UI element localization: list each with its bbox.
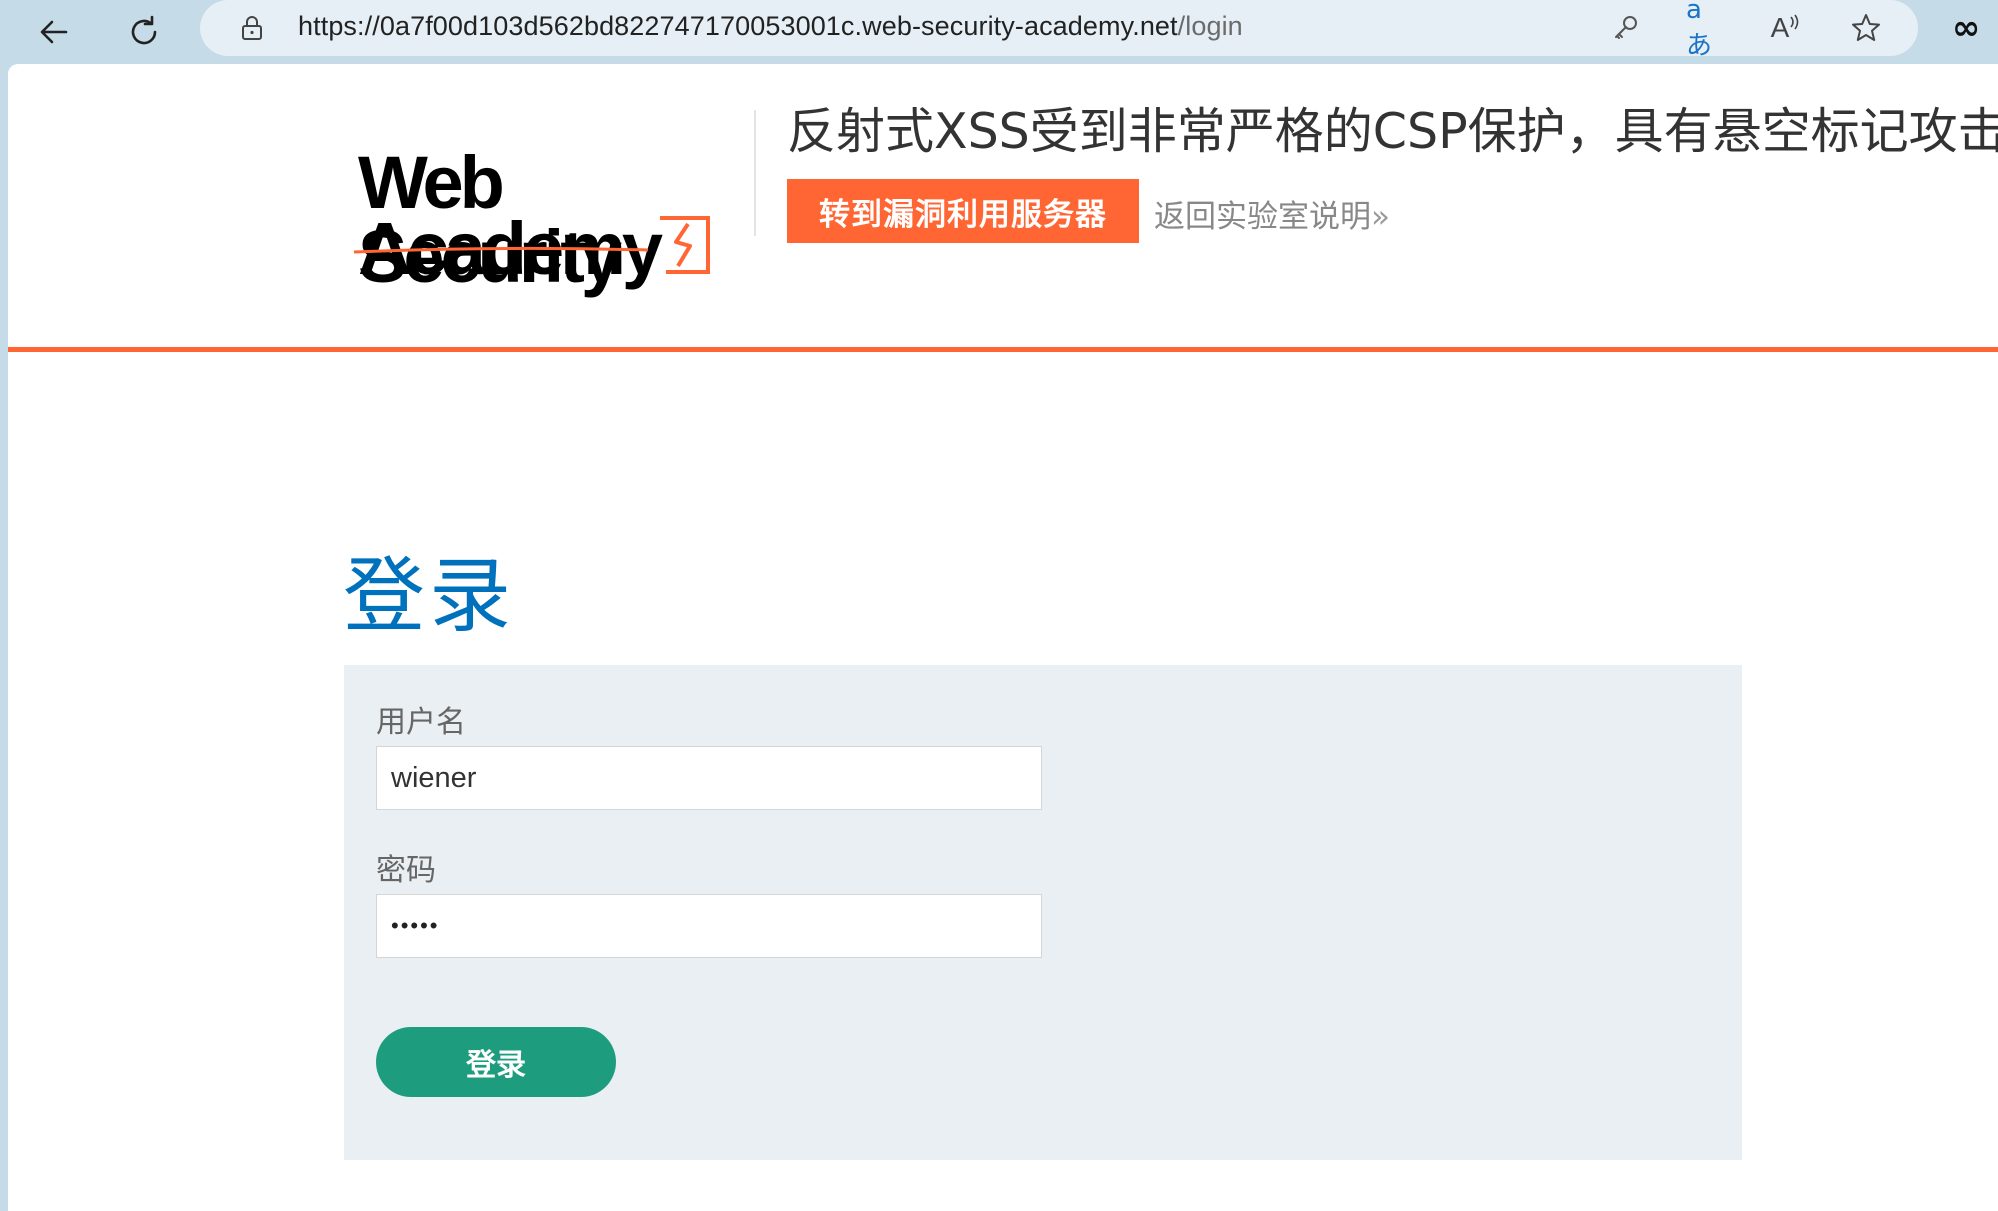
url-host: https://0a7f00d103d562bd822747170053001c… xyxy=(298,11,1178,41)
web-page: Web Security Academy 反射式XSS受到非常严格的CSP保护，… xyxy=(8,64,1998,1211)
login-button[interactable]: 登录 xyxy=(376,1027,616,1097)
lock-icon[interactable] xyxy=(238,14,266,42)
reload-icon xyxy=(131,15,157,45)
password-input[interactable]: ••••• xyxy=(376,894,1042,958)
back-arrow-icon xyxy=(40,20,68,44)
sound-waves-icon xyxy=(1790,14,1799,30)
key-icon xyxy=(1615,16,1637,39)
read-aloud-icon: A xyxy=(1770,12,1790,43)
logo-flash-icon xyxy=(660,216,710,274)
lab-title: 反射式XSS受到非常严格的CSP保护，具有悬空标记攻击 xyxy=(787,103,1998,160)
page-title: 登录 xyxy=(343,549,516,644)
star-icon xyxy=(1852,14,1880,41)
go-to-exploit-server-button[interactable]: 转到漏洞利用服务器 xyxy=(787,179,1139,243)
login-form: 用户名 wiener 密码 ••••• 登录 xyxy=(344,665,1742,1160)
logo-underline xyxy=(353,246,649,254)
infinity-icon[interactable]: ∞ xyxy=(1952,8,1980,48)
favorite-button[interactable] xyxy=(1848,10,1884,46)
url-path: /login xyxy=(1177,11,1243,41)
back-link-label: 返回实验室说明 xyxy=(1154,199,1371,235)
username-label: 用户名 xyxy=(376,705,466,740)
password-label: 密码 xyxy=(376,853,436,888)
back-button[interactable] xyxy=(28,6,80,58)
header-divider xyxy=(754,110,756,236)
chevron-right-icon: » xyxy=(1371,199,1390,235)
web-security-academy-logo[interactable]: Web Security Academy xyxy=(352,104,762,294)
reload-button[interactable] xyxy=(118,6,170,58)
browser-toolbar: https://0a7f00d103d562bd822747170053001c… xyxy=(0,0,1998,64)
password-key-button[interactable] xyxy=(1608,10,1644,46)
translate-icon[interactable]: aあ xyxy=(1686,0,1722,61)
url-text[interactable]: https://0a7f00d103d562bd822747170053001c… xyxy=(298,11,1243,42)
username-input[interactable]: wiener xyxy=(376,746,1042,810)
read-aloud-button[interactable]: A xyxy=(1768,10,1804,46)
address-bar[interactable]: https://0a7f00d103d562bd822747170053001c… xyxy=(200,0,1918,61)
back-to-lab-description-link[interactable]: 返回实验室说明» xyxy=(1154,191,1390,236)
header-rule xyxy=(8,347,1998,352)
